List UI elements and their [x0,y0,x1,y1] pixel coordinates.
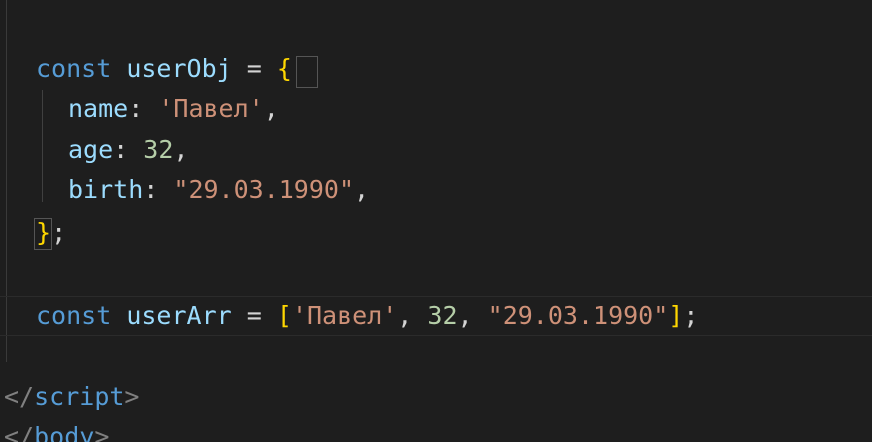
array-date-value: "29.03.1990" [487,301,669,330]
keyword-const: const [36,301,112,330]
colon: : [128,94,144,123]
code-line-script-close[interactable]: </script> [4,378,139,416]
tag-open-bracket: </ [4,422,35,442]
comma: , [457,301,473,330]
code-line-name[interactable]: name: 'Павел', [68,90,279,128]
colon: : [113,135,129,164]
property-age: age [68,135,114,164]
semicolon: ; [683,301,699,330]
tag-close-bracket: > [124,382,140,411]
bracket-open: [ [276,301,292,330]
comma: , [263,94,279,123]
semicolon: ; [51,218,67,247]
code-line-obj-declaration[interactable]: const userObj = { [36,50,292,88]
code-line-age[interactable]: age: 32, [68,131,188,169]
comma: , [354,175,370,204]
tag-name-body: body [34,422,95,442]
comma: , [397,301,413,330]
brace-open: { [276,54,292,83]
assign-operator: = [246,54,262,83]
bracket-close: ] [668,301,684,330]
string-value: 'Павел' [158,94,264,123]
tag-close-bracket: > [94,422,110,442]
property-name: name [68,94,129,123]
comma: , [173,135,189,164]
array-string-value: 'Павел' [291,301,398,330]
array-number-value: 32 [427,301,458,330]
code-line-arr-declaration[interactable]: const userArr = ['Павел', 32, "29.03.199… [36,297,698,335]
assign-operator: = [246,301,262,330]
string-value: "29.03.1990" [173,175,355,204]
indent-guide [42,90,43,202]
variable-userarr: userArr [126,301,232,330]
tag-open-bracket: </ [4,382,35,411]
property-birth: birth [68,175,144,204]
code-line-birth[interactable]: birth: "29.03.1990", [68,171,369,209]
code-line-body-close[interactable]: </body> [4,418,109,442]
code-line-obj-close[interactable]: }; [36,214,66,252]
keyword-const: const [36,54,112,83]
bracket-match-highlight-open [296,56,318,88]
colon: : [143,175,159,204]
tag-name-script: script [34,382,125,411]
code-editor[interactable]: const userObj = { name: 'Павел', age: 32… [0,0,872,442]
brace-close: } [36,218,52,247]
number-value: 32 [143,135,174,164]
variable-userobj: userObj [126,54,232,83]
